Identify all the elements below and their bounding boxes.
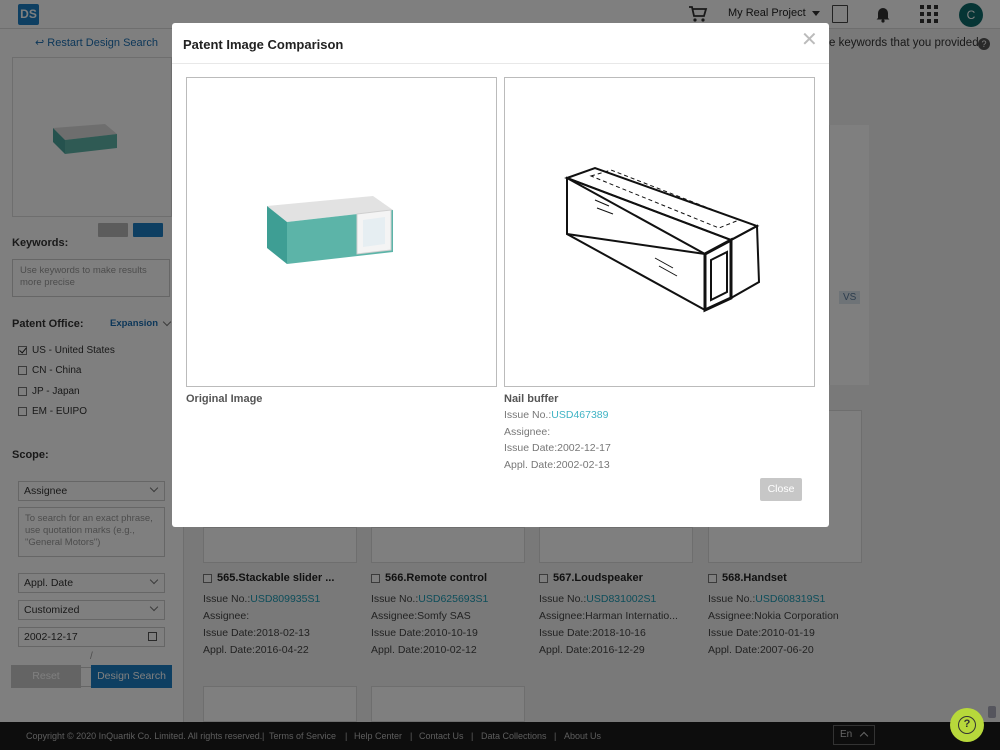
patent-issue-no: Issue No.:USD467389 <box>504 409 609 421</box>
original-image-label: Original Image <box>186 393 263 405</box>
original-image <box>267 196 393 264</box>
patent-comparison-dialog: Patent Image Comparison ✕ Original Image <box>172 23 829 527</box>
patent-image-frame <box>504 77 815 387</box>
close-button[interactable]: Close <box>760 478 802 501</box>
close-icon[interactable]: ✕ <box>801 30 818 50</box>
original-image-frame <box>186 77 497 387</box>
patent-drawing <box>564 166 761 313</box>
patent-link[interactable]: USD467389 <box>551 409 608 421</box>
dialog-title: Patent Image Comparison <box>183 37 344 52</box>
patent-title: Nail buffer <box>504 393 559 405</box>
patent-appl-date: Appl. Date:2002-02-13 <box>504 459 610 471</box>
divider <box>172 63 829 64</box>
help-chat-button[interactable]: ? <box>950 708 984 742</box>
patent-assignee: Assignee: <box>504 426 551 438</box>
patent-issue-date: Issue Date:2002-12-17 <box>504 442 611 454</box>
question-icon: ? <box>958 716 976 734</box>
